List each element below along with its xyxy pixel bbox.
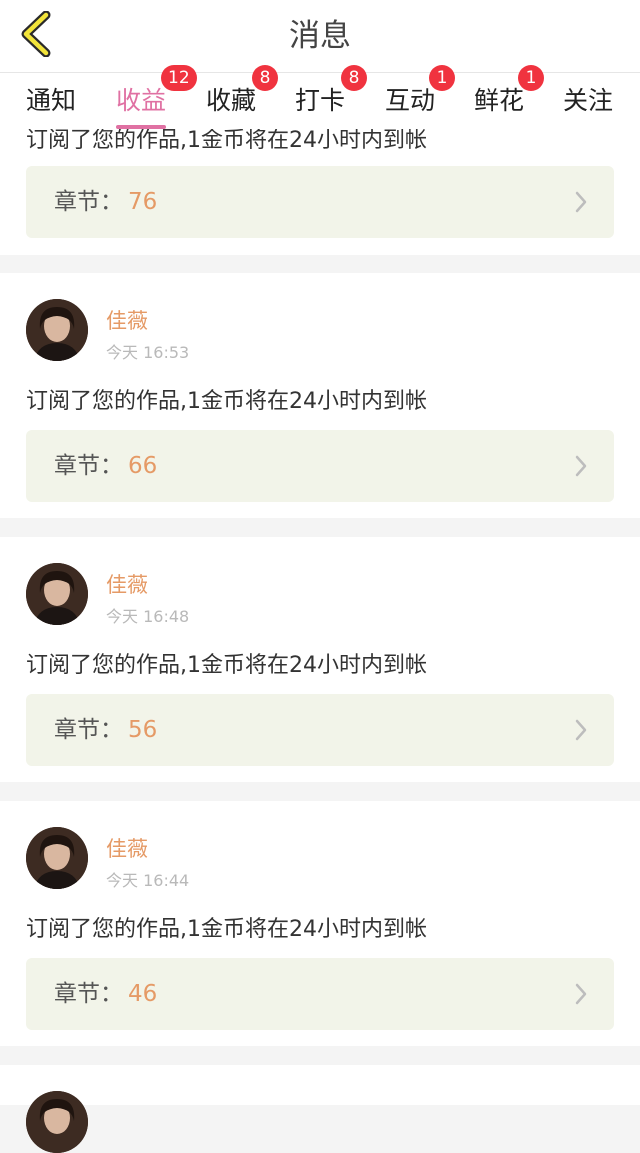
active-tab-indicator <box>116 125 167 129</box>
tab-favorites[interactable]: 收藏 8 <box>206 65 278 129</box>
user-avatar[interactable] <box>26 299 88 361</box>
tab-bar: 通知 收益 12 收藏 8 打卡 8 互动 1 鲜花 1 关注 <box>0 65 640 129</box>
tab-income[interactable]: 收益 12 <box>116 65 197 129</box>
chapter-label: 章节： <box>54 717 123 743</box>
chapter-number: 46 <box>128 981 158 1007</box>
user-name[interactable]: 佳薇 <box>106 569 148 599</box>
tab-label: 通知 <box>26 86 77 115</box>
chapter-label: 章节： <box>54 189 123 215</box>
chapter-label: 章节： <box>54 453 123 479</box>
unread-badge: 1 <box>429 65 455 91</box>
user-avatar[interactable] <box>26 827 88 889</box>
chevron-right-icon <box>575 455 587 477</box>
unread-badge: 1 <box>518 65 544 91</box>
tab-interaction[interactable]: 互动 1 <box>385 65 455 129</box>
tab-checkin[interactable]: 打卡 8 <box>295 65 367 129</box>
tab-label: 互动 <box>385 86 436 115</box>
chapter-label: 章节： <box>54 981 123 1007</box>
tab-notice[interactable]: 通知 <box>26 73 76 129</box>
unread-badge: 12 <box>161 65 197 91</box>
income-card-partial <box>0 1065 640 1153</box>
tab-follow[interactable]: 关注 <box>563 73 613 129</box>
income-card: 佳薇 今天 16:53 订阅了您的作品,1金币将在24小时内到帐 章节： 66 <box>0 273 640 518</box>
income-card: 佳薇 今天 16:48 订阅了您的作品,1金币将在24小时内到帐 章节： 56 <box>0 537 640 782</box>
chevron-right-icon <box>575 719 587 741</box>
unread-badge: 8 <box>252 65 278 91</box>
tab-label: 关注 <box>563 86 614 115</box>
page-title: 消息 <box>289 18 351 54</box>
income-card: 佳薇 今天 16:44 订阅了您的作品,1金币将在24小时内到帐 章节： 46 <box>0 801 640 1046</box>
timestamp: 今天 16:48 <box>106 607 190 626</box>
unread-badge: 8 <box>341 65 367 91</box>
user-name[interactable]: 佳薇 <box>106 305 148 335</box>
timestamp: 今天 16:53 <box>106 343 190 362</box>
message-list[interactable]: 订阅了您的作品,1金币将在24小时内到帐 章节： 76 佳薇 今天 16:53 … <box>0 0 640 1153</box>
chapter-number: 66 <box>128 453 158 479</box>
user-avatar[interactable] <box>26 1091 88 1153</box>
income-message: 订阅了您的作品,1金币将在24小时内到帐 <box>26 917 427 942</box>
income-message: 订阅了您的作品,1金币将在24小时内到帐 <box>26 653 427 678</box>
chapter-row[interactable]: 章节： 76 <box>26 166 614 238</box>
timestamp: 今天 16:44 <box>106 871 190 890</box>
tab-label: 打卡 <box>295 86 346 115</box>
user-avatar[interactable] <box>26 563 88 625</box>
app-header: 消息 <box>0 0 640 73</box>
chapter-row[interactable]: 章节： 46 <box>26 958 614 1030</box>
tab-label: 收藏 <box>206 86 257 115</box>
chapter-row[interactable]: 章节： 66 <box>26 430 614 502</box>
user-name[interactable]: 佳薇 <box>106 833 148 863</box>
chevron-right-icon <box>575 191 587 213</box>
tab-flowers[interactable]: 鲜花 1 <box>474 65 544 129</box>
chapter-number: 76 <box>128 189 158 215</box>
income-message: 订阅了您的作品,1金币将在24小时内到帐 <box>26 389 427 414</box>
chevron-right-icon <box>575 983 587 1005</box>
tab-label: 收益 <box>116 86 167 115</box>
tab-label: 鲜花 <box>474 86 525 115</box>
chapter-row[interactable]: 章节： 56 <box>26 694 614 766</box>
chapter-number: 56 <box>128 717 158 743</box>
